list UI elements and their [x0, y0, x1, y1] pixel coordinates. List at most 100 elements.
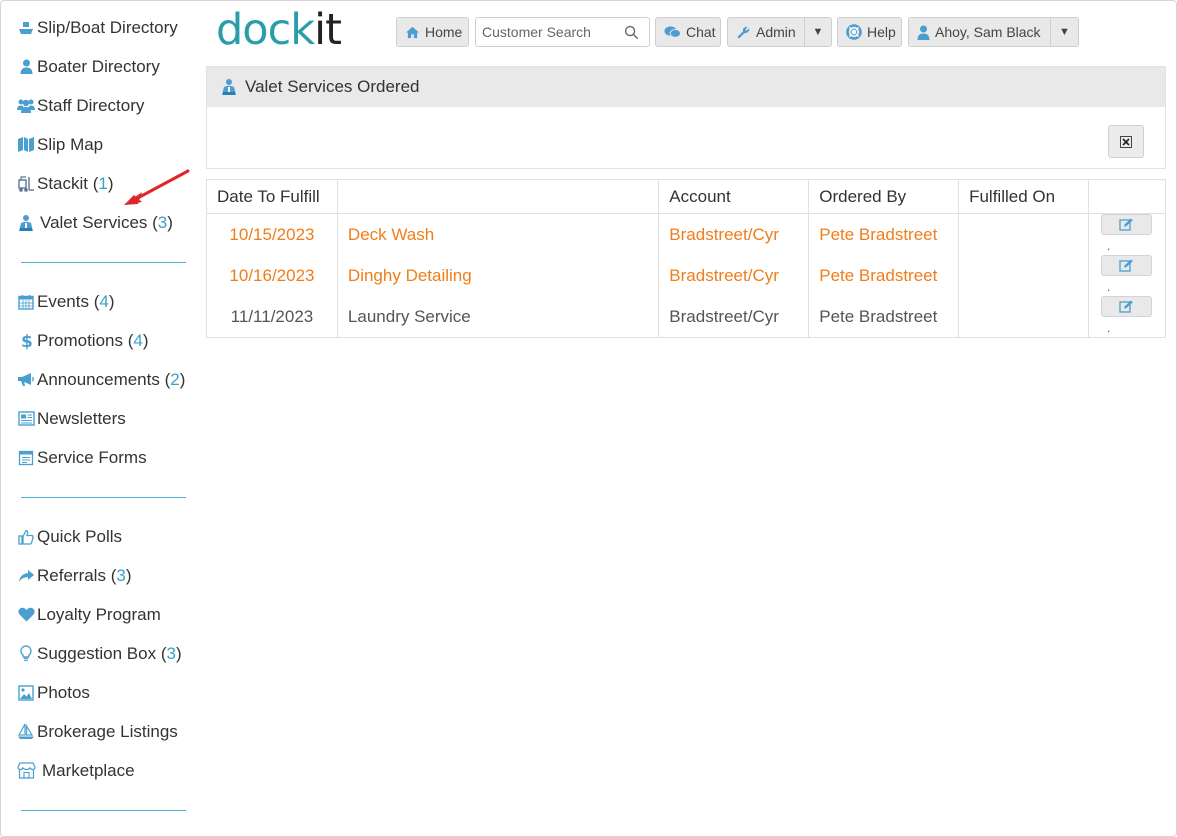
dockit-logo[interactable]: dockit — [216, 5, 342, 55]
megaphone-icon — [16, 370, 36, 390]
user-menu-label: Ahoy, Sam Black — [935, 24, 1041, 40]
user-icon — [16, 57, 36, 77]
customer-search-input[interactable] — [476, 24, 624, 40]
admin-dropdown-toggle[interactable]: ▼ — [804, 17, 832, 47]
sidebar-item-boater-directory[interactable]: Boater Directory — [16, 47, 196, 86]
column-header[interactable]: Account — [658, 179, 810, 214]
edit-order-button[interactable] — [1100, 296, 1152, 318]
row-trailing-mark: . — [1106, 320, 1111, 335]
edit-order-button[interactable] — [1100, 214, 1152, 236]
account-cell: Bradstreet/Cyr — [658, 255, 810, 297]
sidebar-item-marketplace[interactable]: Marketplace — [16, 751, 196, 790]
edit-order-button[interactable] — [1100, 255, 1152, 277]
edit-icon — [1119, 259, 1134, 272]
service-cell: Laundry Service — [336, 296, 660, 339]
panel-header: Valet Services Ordered — [207, 67, 1165, 107]
ordered-by-cell: Pete Bradstreet — [808, 213, 960, 256]
annotation-arrow-icon — [124, 169, 190, 205]
valet-icon — [16, 213, 36, 233]
user-menu-dropdown-toggle[interactable]: ▼ — [1050, 17, 1079, 47]
sidebar-item-label: Brokerage Listings — [37, 721, 178, 741]
sidebar-item-count: (4) — [122, 330, 149, 350]
ordered-by-cell: Pete Bradstreet — [808, 296, 960, 339]
valet-icon — [220, 78, 238, 96]
sidebar-item-staff-directory[interactable]: Staff Directory — [16, 86, 196, 125]
count-value: 4 — [99, 291, 109, 311]
sailboat-icon — [16, 722, 36, 742]
fulfilled-on-cell — [958, 213, 1089, 256]
sidebar-item-slip-boat-directory[interactable]: Slip/Boat Directory — [16, 8, 196, 47]
forklift-icon — [16, 174, 36, 194]
form-icon — [16, 448, 36, 468]
count-value: 3 — [166, 643, 176, 663]
service-cell: Deck Wash — [336, 213, 660, 256]
sidebar-item-brokerage-listings[interactable]: Brokerage Listings — [16, 712, 196, 751]
sidebar-item-count: (3) — [105, 565, 132, 585]
close-panel-button[interactable] — [1108, 125, 1144, 158]
sidebar-item-quick-polls[interactable]: Quick Polls — [16, 517, 196, 556]
caret-down-icon: ▼ — [812, 26, 824, 38]
sidebar-item-announcements[interactable]: Announcements (2) — [16, 360, 196, 399]
sidebar-item-valet-services[interactable]: Valet Services (3) — [16, 203, 196, 242]
edit-icon — [1119, 218, 1134, 231]
home-button[interactable]: Home — [396, 17, 469, 47]
date-cell: 11/11/2023 — [206, 296, 338, 339]
valet-services-panel: Valet Services Ordered — [206, 66, 1166, 169]
newspaper-icon — [16, 409, 36, 429]
column-header[interactable]: Ordered By — [808, 179, 960, 214]
home-button-label: Home — [425, 24, 463, 40]
sidebar-item-newsletters[interactable]: Newsletters — [16, 399, 196, 438]
thumbs-up-icon — [16, 527, 36, 547]
search-icon[interactable] — [624, 25, 639, 40]
column-header[interactable]: Date To Fulfill — [206, 179, 338, 214]
actions-cell: . — [1087, 213, 1167, 256]
panel-title: Valet Services Ordered — [245, 77, 420, 96]
edit-icon — [1119, 300, 1134, 313]
home-icon — [405, 26, 420, 39]
sidebar-item-label: Staff Directory — [37, 95, 145, 115]
user-menu-button[interactable]: Ahoy, Sam Black — [908, 17, 1051, 47]
account-cell: Bradstreet/Cyr — [658, 296, 810, 339]
boat-icon — [16, 18, 36, 38]
table-row[interactable]: 10/15/2023 Deck Wash Bradstreet/Cyr Pete Br… — [206, 213, 1167, 256]
sidebar-item-events[interactable]: Events (4) — [16, 282, 196, 321]
table-row[interactable]: 10/16/2023 Dinghy Detailing Bradstreet/Cyr… — [206, 255, 1167, 297]
date-cell: 10/16/2023 — [206, 255, 338, 297]
logo-text-dock: dock — [216, 5, 315, 55]
share-icon — [16, 566, 36, 586]
table-row[interactable]: 11/11/2023 Laundry Service Bradstreet/Cyr P… — [206, 296, 1167, 339]
row-trailing-mark: . — [1106, 279, 1111, 294]
sidebar-item-label: Valet Services — [40, 212, 148, 232]
row-trailing-mark: . — [1106, 238, 1111, 253]
sidebar: Slip/Boat Directory Boater Directory Staff… — [16, 8, 196, 830]
caret-down-icon: ▼ — [1059, 26, 1070, 38]
chat-button-label: Chat — [686, 24, 716, 40]
users-icon — [16, 96, 36, 116]
sidebar-item-count: (3) — [147, 212, 173, 232]
sidebar-divider — [21, 262, 186, 263]
dollar-icon: $ — [16, 331, 36, 351]
sidebar-item-service-forms[interactable]: Service Forms — [16, 438, 196, 477]
admin-button[interactable]: Admin — [727, 17, 805, 47]
logo-text-it: it — [314, 5, 342, 55]
sidebar-item-promotions[interactable]: $ Promotions (4) — [16, 321, 196, 360]
sidebar-item-photos[interactable]: Photos — [16, 673, 196, 712]
count-value: 3 — [116, 565, 126, 585]
count-value: 1 — [98, 173, 108, 193]
admin-button-label: Admin — [756, 24, 796, 40]
column-header[interactable]: Fulfilled On — [958, 179, 1089, 214]
sidebar-divider — [21, 497, 186, 498]
customer-search — [475, 17, 650, 47]
service-cell: Dinghy Detailing — [336, 255, 660, 297]
sidebar-item-slip-map[interactable]: Slip Map — [16, 125, 196, 164]
sidebar-item-count: (3) — [156, 643, 182, 663]
valet-orders-table: Date To Fulfill Account Ordered By Fulfille… — [206, 179, 1167, 339]
wrench-icon — [736, 25, 751, 40]
sidebar-item-suggestion-box[interactable]: Suggestion Box (3) — [16, 634, 196, 673]
sidebar-item-label: Quick Polls — [37, 526, 123, 546]
sidebar-item-referrals[interactable]: Referrals (3) — [16, 556, 196, 595]
sidebar-item-label: Boater Directory — [37, 56, 160, 76]
sidebar-item-loyalty-program[interactable]: Loyalty Program — [16, 595, 196, 634]
help-button[interactable]: Help — [837, 17, 902, 47]
chat-button[interactable]: Chat — [655, 17, 721, 47]
